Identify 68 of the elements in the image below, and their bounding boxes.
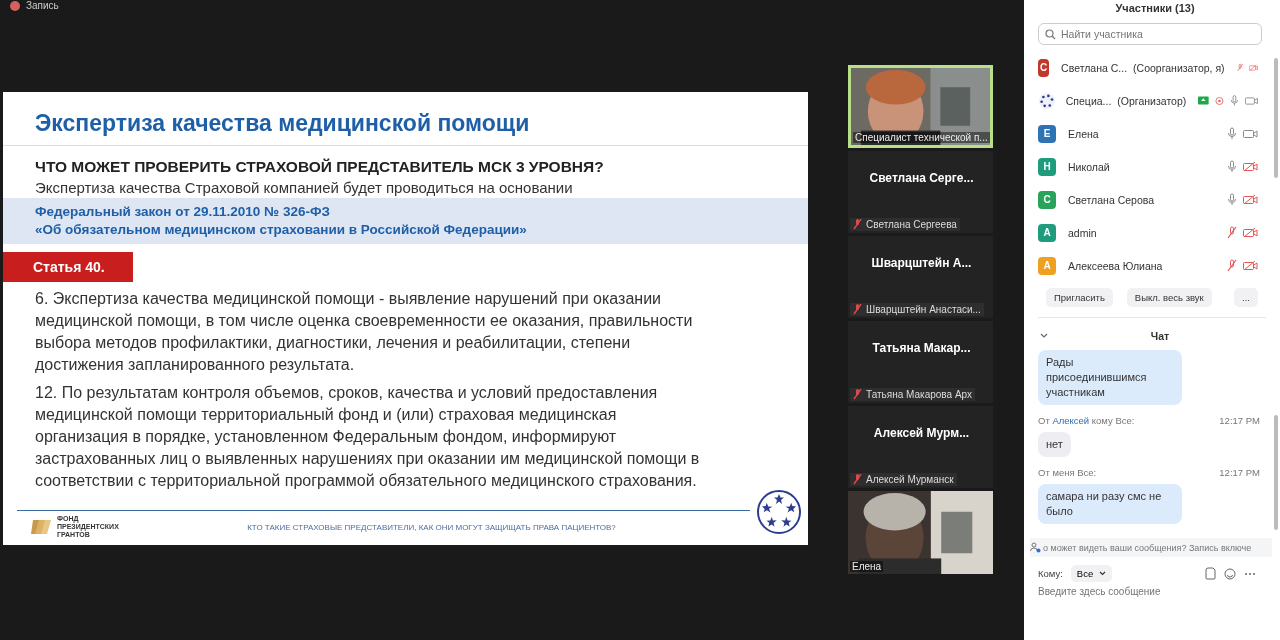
- recipient-dropdown[interactable]: Все: [1070, 565, 1113, 582]
- chat-title: Чат: [1149, 330, 1171, 342]
- participant-name: admin: [1068, 226, 1097, 239]
- panel-button[interactable]: Выкл. весь звук: [1126, 288, 1212, 307]
- participant-name: Специа...: [1065, 94, 1112, 107]
- law-text: «Об обязательном медицинском страховании в Российской Федерации»: [35, 221, 528, 239]
- stars-emblem-icon: [756, 489, 802, 535]
- chat-message: Рады присоединившимся участникам: [1038, 350, 1182, 405]
- message-time: 12:17 PM: [1219, 415, 1260, 426]
- participant-name: Светлана Сергеева: [866, 219, 957, 230]
- video-tile[interactable]: Специалист технической п...: [848, 65, 993, 148]
- video-tile[interactable]: Светлана Серге... Светлана Сергеева: [848, 151, 993, 233]
- participant-name: Светлана Серова: [1068, 193, 1155, 206]
- chat-message: нет: [1038, 432, 1071, 457]
- recording-label: Запись: [26, 0, 59, 11]
- law-text: Федеральный закон от 29.11.2010 № 326-ФЗ: [35, 203, 331, 221]
- more-icon[interactable]: [1244, 571, 1256, 576]
- participant-role: (Организатор): [1117, 94, 1187, 107]
- caret-icon: [1099, 571, 1107, 576]
- participant-name: Специалист технической п...: [853, 132, 990, 143]
- participant-name: Елена: [850, 561, 884, 572]
- participant-name: Шварцштейн Анастаси...: [866, 304, 981, 315]
- video-tile[interactable]: Алексей Мурм... Алексей Мурманск: [848, 406, 993, 488]
- chat-message: самара ни разу смс не было: [1038, 484, 1182, 524]
- emoji-icon[interactable]: [1224, 567, 1236, 580]
- avatar: Е: [1038, 124, 1056, 143]
- participant-name: Алексеева Юлиана: [1068, 259, 1163, 272]
- participant-name: Светлана С...: [1061, 61, 1128, 74]
- fund-logo-icon: [31, 518, 51, 536]
- scrollbar[interactable]: [1274, 58, 1278, 178]
- participant-name: Алексей Мурманск: [866, 474, 954, 485]
- video-tile[interactable]: Татьяна Макар... Татьяна Макарова Арх: [848, 321, 993, 403]
- avatar: Н: [1038, 157, 1056, 176]
- panel-title: Участники (13): [1114, 2, 1196, 15]
- recording-icon: [10, 0, 20, 11]
- video-tile[interactable]: Шварцштейн А... Шварцштейн Анастаси...: [848, 236, 993, 318]
- panel-button[interactable]: ...: [1234, 288, 1258, 307]
- video-tile[interactable]: Елена: [848, 491, 993, 574]
- chat-notice: о может видеть ваши сообщения? Запись включе: [1043, 542, 1252, 553]
- collapse-chevron-icon[interactable]: [1040, 333, 1048, 339]
- avatar: С: [1038, 58, 1050, 77]
- participant-display-name: Алексей Мурм...: [872, 426, 971, 440]
- slide-footer-caption: КТО ТАКИЕ СТРАХОВЫЕ ПРЕДСТАВИТЕЛИ, КАК ОНИ МОГУТ ЗАЩИЩАТЬ ПРАВА ПАЦИЕНТОВ?: [246, 522, 617, 532]
- participant-display-name: Светлана Серге...: [868, 171, 975, 185]
- slide-heading: ЧТО МОЖЕТ ПРОВЕРИТЬ СТРАХОВОЙ ПРЕДСТАВИТЕЛЬ МСК 3 УРОВНЯ?: [34, 158, 605, 176]
- slide-paragraph: 6. Экспертиза качества медицинской помощи - выявление нарушений при оказании медицинской помощи, в том числе оценка своевременности ее оказания, правильности выбора методов профилактики, диагностики, лечения и реабилитации, степени достижения запланированного результата.: [34, 289, 694, 375]
- message-time: 12:17 PM: [1219, 467, 1260, 478]
- slide-paragraph: 12. По результатам контроля объемов, сроков, качества и условий предоставления медицинской помощи территориальный фонд и (или) страховая медицинская организация в порядке, установленном Федеральным фондом, информируют застрахованных лиц о выявленных нарушениях при оказании им медицинской помощи в соответствии с территориальной программой обязательного медицинского страхования.: [34, 383, 701, 491]
- message-sender: От меня Все:: [1038, 467, 1097, 478]
- participant-display-name: Шварцштейн А...: [870, 256, 973, 270]
- slide-subheading: Экспертиза качества Страховой компанией будет проводиться на основании: [34, 179, 574, 196]
- participant-name: Елена: [1068, 127, 1099, 140]
- participant-name: Татьяна Макарова Арх: [866, 389, 972, 400]
- article-label: Статья 40.: [3, 252, 133, 282]
- participant-display-name: Татьяна Макар...: [871, 341, 972, 355]
- participant-role: (Соорганизатор, я): [1133, 61, 1225, 74]
- scrollbar[interactable]: [1274, 415, 1278, 530]
- search-field[interactable]: Найти участника: [1038, 23, 1262, 45]
- avatar: A: [1038, 223, 1056, 242]
- recipient-label: Кому:: [1038, 568, 1063, 579]
- panel-button[interactable]: Пригласить: [1046, 288, 1113, 307]
- slide-title: Экспертиза качества медицинской помощи: [3, 110, 808, 146]
- avatar: С: [1038, 190, 1056, 209]
- people-icon: [1030, 542, 1041, 553]
- message-sender: От Алексей кому Все:: [1038, 415, 1135, 426]
- participant-name: Николай: [1068, 160, 1110, 173]
- avatar: А: [1038, 256, 1056, 275]
- file-icon[interactable]: [1205, 567, 1216, 580]
